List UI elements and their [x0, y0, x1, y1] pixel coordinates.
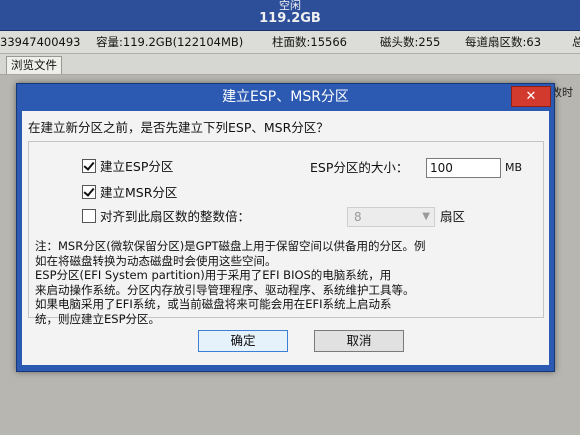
align-option[interactable]: 对齐到此扇区数的整数倍：: [82, 209, 250, 225]
options-group: 建立ESP分区 建立MSR分区 对齐到此扇区数的整数倍： ESP分区的大小： 1…: [28, 141, 544, 326]
tab-bar: 浏览文件: [0, 54, 580, 75]
disk-map-strip[interactable]: 空闲 119.2GB: [0, 0, 580, 31]
esp-checkbox[interactable]: [82, 159, 96, 173]
disk-info-bar: 33947400493 容量:119.2GB(122104MB) 柱面数:155…: [0, 31, 580, 54]
tab-browse-files[interactable]: 浏览文件: [6, 56, 62, 74]
cancel-button[interactable]: 取消: [314, 330, 404, 352]
disk-size: 119.2GB: [259, 11, 321, 26]
note-line: ESP分区(EFI System partition)用于采用了EFI BIOS…: [35, 268, 392, 282]
align-option-label: 对齐到此扇区数的整数倍：: [100, 209, 251, 224]
note-line: 注：MSR分区(微软保留分区)是GPT磁盘上用于保留空间以供备用的分区。例: [35, 239, 426, 253]
align-checkbox[interactable]: [82, 209, 96, 223]
align-unit: 扇区: [440, 209, 466, 224]
msr-option-label: 建立MSR分区: [100, 185, 178, 200]
note-line: 统，则应建立ESP分区。: [35, 311, 160, 326]
note-line: 来启动操作系统。分区内存放引导管理程序、驱动程序、系统维护工具等。: [35, 282, 415, 297]
msr-option[interactable]: 建立MSR分区: [82, 185, 177, 201]
create-esp-msr-dialog: 建立ESP、MSR分区 ✕ 在建立新分区之前，是否先建立下列ESP、MSR分区？…: [16, 83, 555, 372]
disk-cylinders: 柱面数:15566: [272, 35, 347, 49]
disk-capacity: 容量:119.2GB(122104MB): [96, 35, 244, 49]
close-button[interactable]: ✕: [511, 86, 551, 107]
disk-sectors: 每道扇区数:63: [465, 35, 542, 49]
disk-heads: 磁头数:255: [380, 35, 441, 49]
ok-button[interactable]: 确定: [198, 330, 288, 352]
align-sector-select[interactable]: 8 ▼: [347, 207, 435, 227]
note-line: 如果电脑采用了EFI系统，或当前磁盘将来可能会用在EFI系统上启动系: [35, 297, 392, 311]
dialog-title: 建立ESP、MSR分区: [222, 89, 349, 105]
align-sector-value: 8: [354, 210, 362, 224]
dialog-note: 注：MSR分区(微软保留分区)是GPT磁盘上用于保留空间以供备用的分区。例 如在…: [35, 239, 547, 326]
dialog-question: 在建立新分区之前，是否先建立下列ESP、MSR分区？: [28, 120, 329, 135]
esp-size-unit: MB: [505, 161, 523, 174]
dialog-client-area: 在建立新分区之前，是否先建立下列ESP、MSR分区？ 建立ESP分区 建立MSR…: [22, 111, 549, 365]
disk-serial: 33947400493: [0, 35, 81, 49]
esp-size-label: ESP分区的大小：: [310, 160, 409, 175]
note-line: 如在将磁盘转换为动态磁盘时会使用这些空间。: [35, 253, 277, 268]
chevron-down-icon: ▼: [422, 211, 430, 222]
esp-option-label: 建立ESP分区: [100, 159, 174, 174]
msr-checkbox[interactable]: [82, 185, 96, 199]
disk-extra: 总: [572, 31, 580, 53]
esp-size-input[interactable]: 100: [426, 158, 501, 178]
esp-option[interactable]: 建立ESP分区: [82, 159, 173, 175]
